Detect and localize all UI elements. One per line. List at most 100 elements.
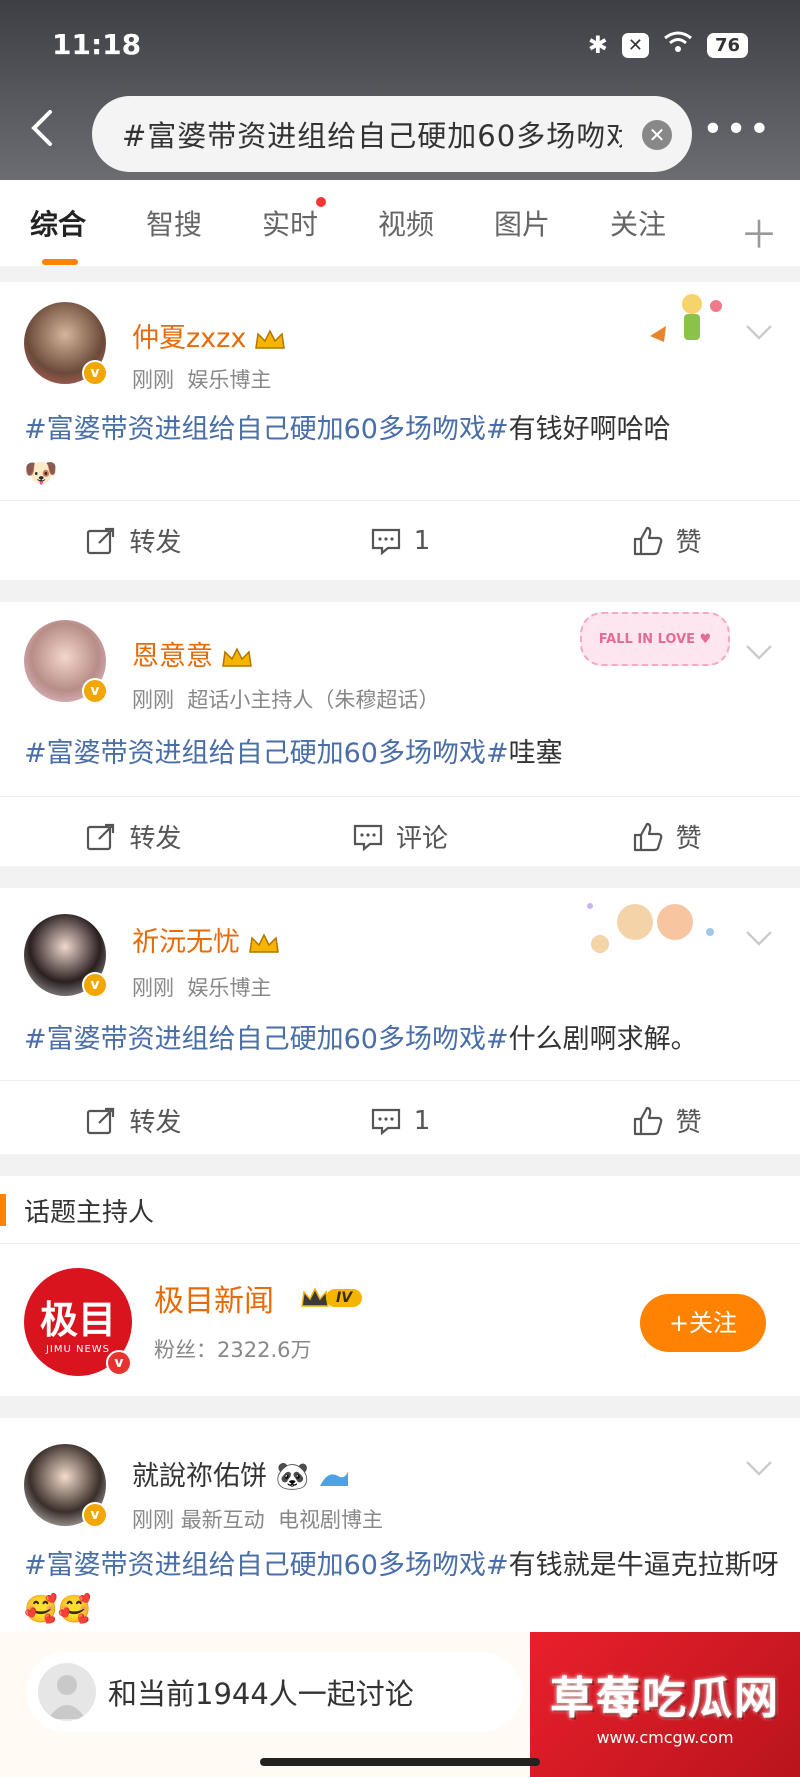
clear-search-icon[interactable]: ✕ xyxy=(642,120,672,150)
wave-badge-icon xyxy=(319,1471,348,1486)
chevron-down-icon[interactable] xyxy=(744,928,774,948)
topic-link[interactable]: #富婆带资进组给自己硬加60多场吻戏# xyxy=(24,1550,509,1581)
post-card: v 祈沅无忧 刚刚 娱乐博主 #富婆带资进组给自己硬加60多场吻戏#什么剧啊求解… xyxy=(0,888,800,1154)
more-options-icon[interactable]: ••• xyxy=(702,110,772,150)
tab-images[interactable]: 图片 xyxy=(464,203,580,243)
post-content[interactable]: #富婆带资进组给自己硬加60多场吻戏#有钱好啊哈哈 🐶 xyxy=(24,408,784,496)
tab-comprehensive[interactable]: 综合 xyxy=(0,203,116,265)
like-label: 赞 xyxy=(675,528,702,558)
crown-icon xyxy=(222,646,252,667)
chevron-down-icon[interactable] xyxy=(744,322,774,342)
username-text: 恩意意 xyxy=(132,641,213,672)
panda-icon: 🐼 xyxy=(275,1461,310,1492)
chevron-down-icon[interactable] xyxy=(744,1458,774,1478)
watermark-logo: 草莓吃瓜网 www.cmcgw.com xyxy=(530,1632,800,1777)
post-content[interactable]: #富婆带资进组给自己硬加60多场吻戏#有钱就是牛逼克拉斯呀 🥰🥰 xyxy=(24,1544,784,1632)
like-label: 赞 xyxy=(675,1108,702,1138)
post-actions: 转发 1 赞 xyxy=(0,1080,800,1160)
fall-in-love-decoration: FALL IN LOVE ♥ xyxy=(580,612,730,666)
wifi-icon xyxy=(663,30,693,60)
battery-icon: 76 xyxy=(706,32,748,58)
post-meta: 刚刚 超话小主持人（朱穆超话） xyxy=(132,684,439,714)
post-role: 娱乐博主 xyxy=(187,368,272,392)
verified-badge-icon: v xyxy=(82,678,108,704)
top-header: 11:18 ✱ ✕ 76 #富婆带资进组给自己硬加60多场吻戏# ✕ ••• xyxy=(0,0,800,180)
notification-dot xyxy=(316,197,326,207)
tab-video[interactable]: 视频 xyxy=(348,203,464,243)
post-actions: 转发 评论 赞 xyxy=(0,796,800,876)
follow-button[interactable]: +关注 xyxy=(640,1294,766,1352)
post-username[interactable]: 仲夏zxzx xyxy=(132,316,286,355)
share-icon xyxy=(87,1107,115,1134)
comment-count: 1 xyxy=(413,1105,431,1136)
crown-icon xyxy=(255,328,286,349)
topic-link[interactable]: #富婆带资进组给自己硬加60多场吻戏# xyxy=(24,738,509,769)
share-icon xyxy=(87,823,115,850)
like-label: 赞 xyxy=(675,824,702,854)
share-icon xyxy=(87,527,115,554)
host-fans-count: 粉丝：2322.6万 xyxy=(154,1338,312,1362)
username-text: 就說祢佑饼 xyxy=(132,1461,267,1492)
doge-emoji-icon: 🐶 xyxy=(24,458,58,489)
discuss-input[interactable]: 和当前1944人一起讨论 xyxy=(26,1652,522,1732)
repost-button[interactable]: 转发 xyxy=(0,818,267,855)
comment-button[interactable]: 1 xyxy=(267,1105,534,1137)
home-indicator[interactable] xyxy=(260,1758,540,1766)
post-username[interactable]: 祈沅无忧 xyxy=(132,920,280,959)
post-content[interactable]: #富婆带资进组给自己硬加60多场吻戏#什么剧啊求解。 xyxy=(24,1018,784,1062)
repost-button[interactable]: 转发 xyxy=(0,1102,267,1139)
like-button[interactable]: 赞 xyxy=(533,818,800,855)
post-username[interactable]: 就說祢佑饼 🐼 xyxy=(132,1454,350,1493)
back-button[interactable] xyxy=(28,108,68,148)
crown-icon xyxy=(249,932,279,953)
comment-button[interactable]: 评论 xyxy=(267,818,534,855)
post-time: 刚刚 xyxy=(132,1508,174,1532)
back-arrow-icon xyxy=(31,110,52,146)
repost-label: 转发 xyxy=(129,824,182,854)
watermark-url: www.cmcgw.com xyxy=(596,1728,734,1747)
comment-icon xyxy=(353,824,383,851)
search-query[interactable]: #富婆带资进组给自己硬加60多场吻戏# xyxy=(122,113,622,155)
post-content[interactable]: #富婆带资进组给自己硬加60多场吻戏#哇塞 xyxy=(24,732,784,776)
logo-subtext: JIMU NEWS xyxy=(45,1344,111,1355)
host-name-text: 极目新闻 xyxy=(154,1284,274,1319)
chevron-down-icon[interactable] xyxy=(744,642,774,662)
repost-button[interactable]: 转发 xyxy=(0,522,267,559)
post-actions: 转发 1 赞 xyxy=(0,500,800,580)
add-tab-icon[interactable]: ＋ xyxy=(740,204,778,259)
topic-link[interactable]: #富婆带资进组给自己硬加60多场吻戏# xyxy=(24,1024,509,1055)
post-time: 刚刚 xyxy=(132,976,174,1000)
post-text: 哇塞 xyxy=(508,738,563,769)
bluetooth-icon: ✱ xyxy=(587,31,608,59)
tab-smart-search[interactable]: 智搜 xyxy=(116,203,232,243)
thumbs-up-icon xyxy=(633,1106,663,1135)
post-card: v 恩意意 刚刚 超话小主持人（朱穆超话） FALL IN LOVE ♥ #富婆… xyxy=(0,602,800,866)
post-time: 刚刚 xyxy=(132,688,174,712)
like-button[interactable]: 赞 xyxy=(533,522,800,559)
host-name[interactable]: 极目新闻 IV xyxy=(154,1276,363,1320)
post-card: v 仲夏zxzx 刚刚 娱乐博主 #富婆带资进组给自己硬加60多场吻戏#有钱好啊… xyxy=(0,282,800,580)
logo-text: 极目 xyxy=(39,1297,116,1342)
section-accent-bar xyxy=(0,1194,6,1226)
sim-icon: ✕ xyxy=(621,32,649,58)
tab-following[interactable]: 关注 xyxy=(580,203,696,243)
comment-count: 1 xyxy=(413,525,431,556)
search-bar[interactable]: #富婆带资进组给自己硬加60多场吻戏# ✕ xyxy=(92,96,692,172)
host-card[interactable]: 极目 JIMU NEWS v 极目新闻 IV 粉丝：2322.6万 +关注 xyxy=(0,1244,800,1396)
tab-realtime[interactable]: 实时 xyxy=(232,197,348,243)
verified-badge-icon: v xyxy=(82,972,108,998)
thumbs-up-icon xyxy=(633,822,663,851)
little-prince-decoration-icon xyxy=(650,294,722,342)
repost-label: 转发 xyxy=(129,1108,182,1138)
topic-link[interactable]: #富婆带资进组给自己硬加60多场吻戏# xyxy=(24,414,509,445)
verified-badge-icon: v xyxy=(82,360,108,386)
repost-label: 转发 xyxy=(129,528,182,558)
post-interaction: 最新互动 xyxy=(180,1508,265,1532)
comment-button[interactable]: 1 xyxy=(267,525,534,557)
like-button[interactable]: 赞 xyxy=(533,1102,800,1139)
comment-icon xyxy=(371,528,400,555)
post-username[interactable]: 恩意意 xyxy=(132,634,253,673)
post-role: 电视剧博主 xyxy=(278,1508,384,1532)
smile-emoji-icon: 🥰🥰 xyxy=(24,1594,92,1625)
bottom-bar: 和当前1944人一起讨论 草莓吃瓜网 www.cmcgw.com xyxy=(0,1632,800,1777)
